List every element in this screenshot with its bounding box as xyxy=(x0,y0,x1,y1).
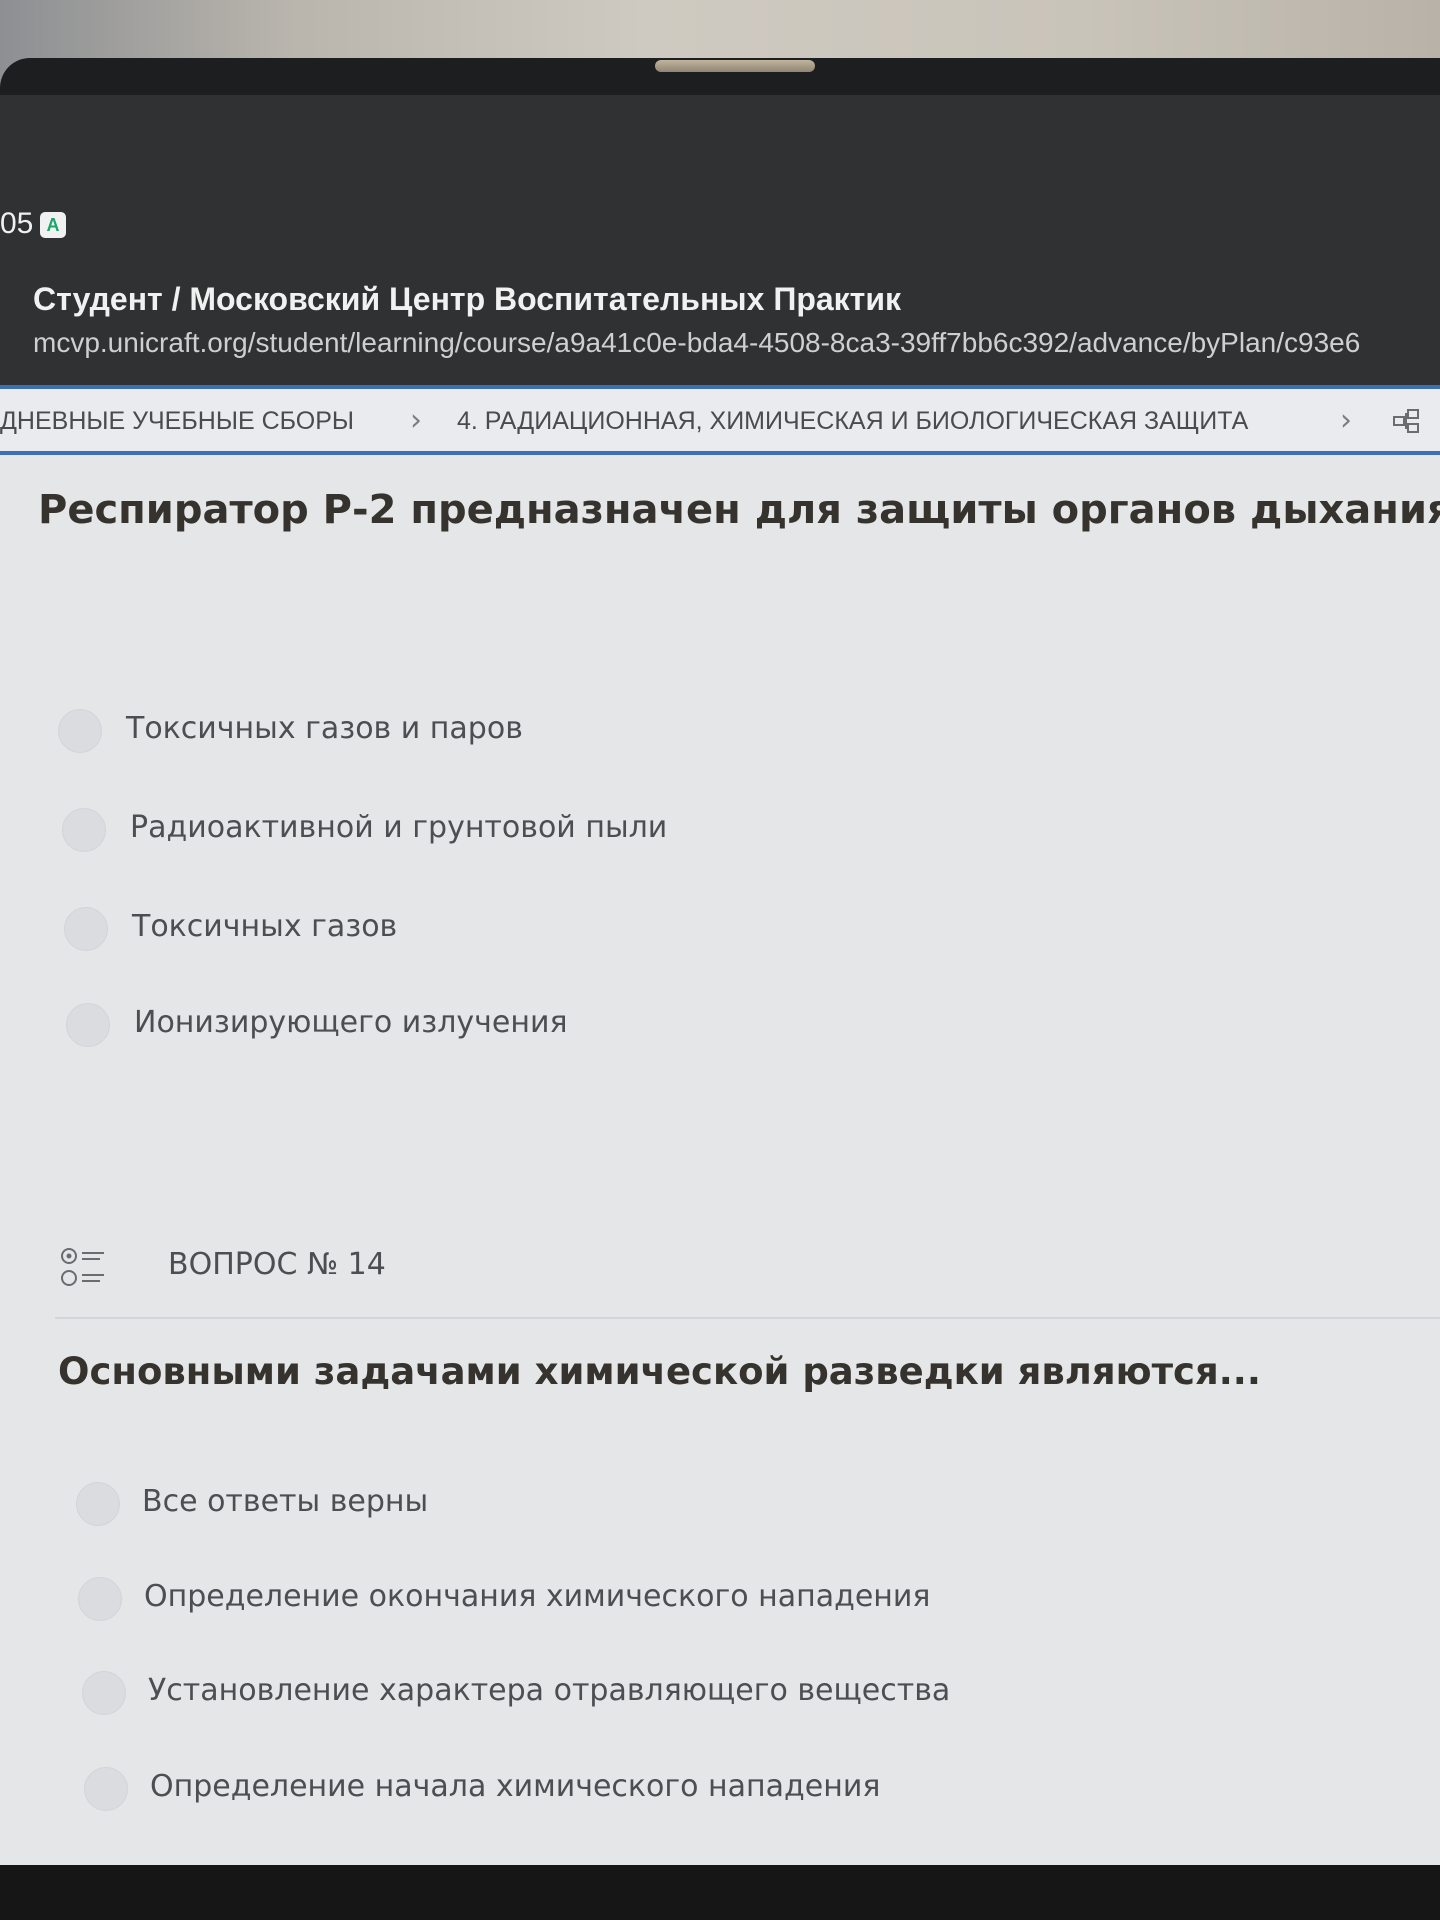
question-title: Основными задачами химической разведки я… xyxy=(58,1350,1261,1393)
tab-title[interactable]: Студент / Московский Центр Воспитательны… xyxy=(33,281,901,318)
question-title: Респиратор Р-2 предназначен для защиты о… xyxy=(38,487,1440,533)
breadcrumb-item-training-camp[interactable]: ДНЕВНЫЕ УЧЕБНЫЕ СБОРЫ xyxy=(0,407,354,436)
radio-button[interactable] xyxy=(84,1767,128,1811)
radio-button[interactable] xyxy=(76,1482,120,1526)
chevron-right-icon: › xyxy=(1340,403,1352,438)
browser-header: 05 A Студент / Московский Центр Воспитат… xyxy=(0,95,1440,385)
answer-label: Определение начала химического нападения xyxy=(150,1769,881,1804)
structure-icon[interactable] xyxy=(1392,407,1420,435)
answer-label: Установление характера отравляющего веще… xyxy=(148,1673,951,1708)
chevron-right-icon: › xyxy=(410,403,422,438)
answer-label: Все ответы верны xyxy=(142,1484,429,1519)
extension-icon[interactable]: A xyxy=(40,212,66,238)
answer-label: Токсичных газов и паров xyxy=(126,711,523,746)
radio-button[interactable] xyxy=(78,1577,122,1621)
question-number: ВОПРОС № 14 xyxy=(168,1247,386,1282)
radio-button[interactable] xyxy=(64,907,108,951)
divider xyxy=(55,1317,1440,1319)
radio-button[interactable] xyxy=(82,1671,126,1715)
breadcrumb: ДНЕВНЫЕ УЧЕБНЫЕ СБОРЫ › 4. РАДИАЦИОННАЯ,… xyxy=(0,385,1440,455)
answer-label: Токсичных газов xyxy=(132,909,398,944)
radio-list-icon xyxy=(61,1248,104,1286)
breadcrumb-item-protection[interactable]: 4. РАДИАЦИОННАЯ, ХИМИЧЕСКАЯ И БИОЛОГИЧЕС… xyxy=(457,407,1248,436)
screen: 05 A Студент / Московский Центр Воспитат… xyxy=(0,95,1440,1865)
answer-label: Определение окончания химического нападе… xyxy=(144,1579,931,1614)
radio-button[interactable] xyxy=(62,808,106,852)
address-bar-url[interactable]: mcvp.unicraft.org/student/learning/cours… xyxy=(33,327,1360,359)
laptop-bezel-bottom xyxy=(0,1865,1440,1920)
answer-label: Ионизирующего излучения xyxy=(134,1005,568,1040)
status-clock: 05 xyxy=(0,207,34,240)
bezel-lid-handle xyxy=(655,60,815,72)
answer-label: Радиоактивной и грунтовой пыли xyxy=(130,810,668,845)
radio-button[interactable] xyxy=(66,1003,110,1047)
radio-button[interactable] xyxy=(58,709,102,753)
